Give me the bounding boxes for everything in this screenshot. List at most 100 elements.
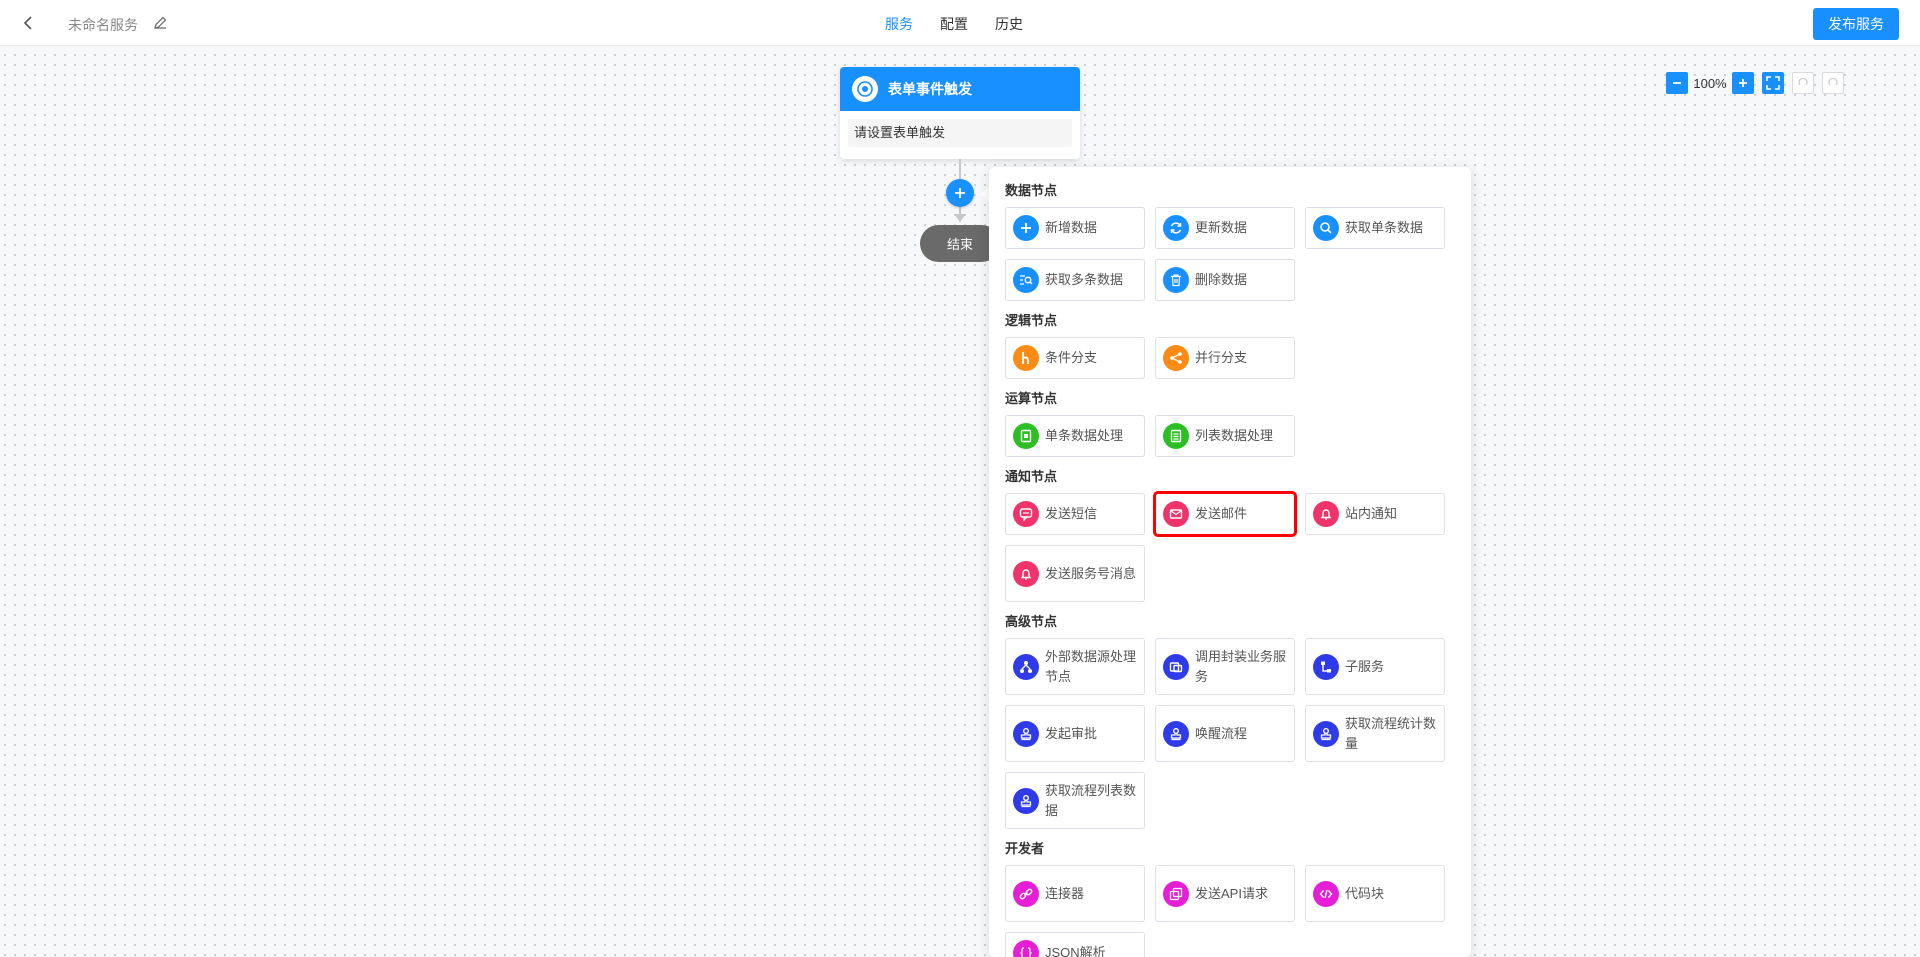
node-option-record[interactable]: 单条数据处理: [1005, 415, 1145, 457]
zoom-in-button[interactable]: [1732, 72, 1754, 94]
node-option-label: 并行分支: [1195, 350, 1248, 365]
refresh-icon: [1163, 215, 1189, 241]
section-title: 逻辑节点: [1005, 313, 1058, 328]
fit-screen-button[interactable]: [1762, 72, 1784, 94]
plus-icon: [1013, 215, 1039, 241]
node-option-label: 连接器: [1045, 885, 1085, 901]
node-picker-popover: 数据节点 新增数据 更新数据 获取单条数据 获取多条数据 删除数据 逻辑节点 条件分支 并行分支…: [989, 167, 1471, 957]
back-arrow-icon[interactable]: [18, 12, 38, 34]
undo-button[interactable]: [1792, 72, 1814, 94]
node-option-label: 子服务: [1345, 658, 1385, 674]
parallel-icon: [1163, 345, 1189, 371]
node-option-search[interactable]: 获取单条数据: [1305, 207, 1445, 249]
node-option-label: 获取流程统计数量: [1345, 715, 1437, 751]
stamp-icon: [1013, 787, 1039, 814]
stamp-icon: [1163, 720, 1189, 747]
document-icon: [1163, 423, 1189, 449]
zoom-out-button[interactable]: [1666, 72, 1688, 94]
node-grid: 条件分支 并行分支: [1005, 337, 1455, 379]
node-option-bell[interactable]: 站内通知: [1305, 493, 1445, 535]
node-option-label: 发送服务号消息: [1045, 565, 1137, 581]
trash-icon: [1163, 267, 1189, 293]
node-option-document[interactable]: 列表数据处理: [1155, 415, 1295, 457]
node-option-parallel[interactable]: 并行分支: [1155, 337, 1295, 379]
bell-icon: [1313, 501, 1339, 527]
trigger-body: 请设置表单触发: [848, 119, 1072, 147]
stamp-icon: [1313, 720, 1339, 747]
node-option-stamp[interactable]: 唤醒流程: [1155, 705, 1295, 762]
record-icon: [1013, 423, 1039, 449]
node-grid: 连接器 发送API请求 代码块 JSON解析: [1005, 865, 1455, 957]
node-option-api[interactable]: 发送API请求: [1155, 865, 1295, 922]
trigger-node-header: 表单事件触发: [840, 67, 1080, 111]
node-option-list-search[interactable]: 获取多条数据: [1005, 259, 1145, 301]
node-option-stamp[interactable]: 获取流程列表数据: [1005, 772, 1145, 829]
node-option-label: 外部数据源处理节点: [1045, 648, 1137, 684]
node-option-code[interactable]: 代码块: [1305, 865, 1445, 922]
node-grid: 发送短信 发送邮件 站内通知发送服务号消息: [1005, 491, 1455, 602]
node-option-label: 发送邮件: [1195, 506, 1248, 521]
flow-arrow: [954, 214, 966, 222]
zoom-level: 100%: [1693, 75, 1727, 91]
sub-service-icon: [1313, 653, 1339, 680]
node-option-label: 发送短信: [1045, 506, 1098, 521]
tab-config[interactable]: 配置: [940, 14, 968, 34]
edit-icon[interactable]: [152, 15, 168, 31]
datasource-icon: [1013, 653, 1039, 680]
node-option-datasource[interactable]: 外部数据源处理节点: [1005, 638, 1145, 695]
header-tabs: 服务 配置 历史: [885, 14, 1023, 34]
node-option-label: 新增数据: [1045, 220, 1098, 235]
stamp-icon: [1013, 720, 1039, 747]
code-icon: [1313, 880, 1339, 907]
node-option-trash[interactable]: 删除数据: [1155, 259, 1295, 301]
node-option-label: 更新数据: [1195, 220, 1248, 235]
node-option-json[interactable]: JSON解析: [1005, 932, 1145, 957]
target-icon: [852, 76, 878, 102]
node-option-refresh[interactable]: 更新数据: [1155, 207, 1295, 249]
node-option-label: 代码块: [1345, 885, 1385, 901]
node-option-label: 获取单条数据: [1345, 220, 1424, 235]
add-node-button[interactable]: [946, 179, 974, 207]
node-option-label: 获取流程列表数据: [1045, 782, 1137, 818]
node-option-link[interactable]: 连接器: [1005, 865, 1145, 922]
publish-button[interactable]: 发布服务: [1813, 8, 1899, 40]
node-grid: 单条数据处理 列表数据处理: [1005, 415, 1455, 457]
tab-service[interactable]: 服务: [885, 14, 913, 34]
node-option-mail[interactable]: 发送邮件: [1153, 491, 1297, 537]
node-option-label: 获取多条数据: [1045, 272, 1124, 287]
section-title: 运算节点: [1005, 391, 1058, 406]
node-option-label: 列表数据处理: [1195, 428, 1274, 443]
top-bar: 未命名服务 服务 配置 历史 发布服务: [0, 0, 1920, 46]
bell-icon: [1013, 560, 1039, 587]
node-option-stamp[interactable]: 发起审批: [1005, 705, 1145, 762]
branch-icon: [1013, 345, 1039, 371]
node-option-message[interactable]: 发送短信: [1005, 493, 1145, 535]
node-grid: 外部数据源处理节点 调用封装业务服务 子服务发起审批 唤醒流程 获取流程统计数量获取流程…: [1005, 638, 1455, 829]
zoom-controls: 100%: [1666, 72, 1844, 94]
list-search-icon: [1013, 267, 1039, 293]
node-option-label: 发送API请求: [1195, 885, 1268, 901]
tab-history[interactable]: 历史: [995, 14, 1023, 34]
redo-button[interactable]: [1822, 72, 1844, 94]
node-option-label: 调用封装业务服务: [1195, 648, 1287, 684]
popover-caret: [981, 186, 989, 202]
api-icon: [1163, 880, 1189, 907]
trigger-node[interactable]: 表单事件触发 请设置表单触发: [840, 67, 1080, 159]
service-call-icon: [1163, 653, 1189, 680]
node-option-branch[interactable]: 条件分支: [1005, 337, 1145, 379]
node-option-label: 条件分支: [1045, 350, 1098, 365]
node-option-label: JSON解析: [1045, 945, 1106, 957]
node-option-service-call[interactable]: 调用封装业务服务: [1155, 638, 1295, 695]
node-option-stamp[interactable]: 获取流程统计数量: [1305, 705, 1445, 762]
node-option-sub-service[interactable]: 子服务: [1305, 638, 1445, 695]
service-name: 未命名服务: [68, 17, 138, 33]
node-option-bell[interactable]: 发送服务号消息: [1005, 545, 1145, 602]
message-icon: [1013, 501, 1039, 527]
link-icon: [1013, 880, 1039, 907]
end-node: 结束: [920, 225, 1000, 262]
mail-icon: [1163, 501, 1189, 527]
node-option-label: 删除数据: [1195, 272, 1248, 287]
node-option-plus[interactable]: 新增数据: [1005, 207, 1145, 249]
trigger-title: 表单事件触发: [888, 81, 972, 97]
node-option-label: 站内通知: [1345, 506, 1398, 521]
